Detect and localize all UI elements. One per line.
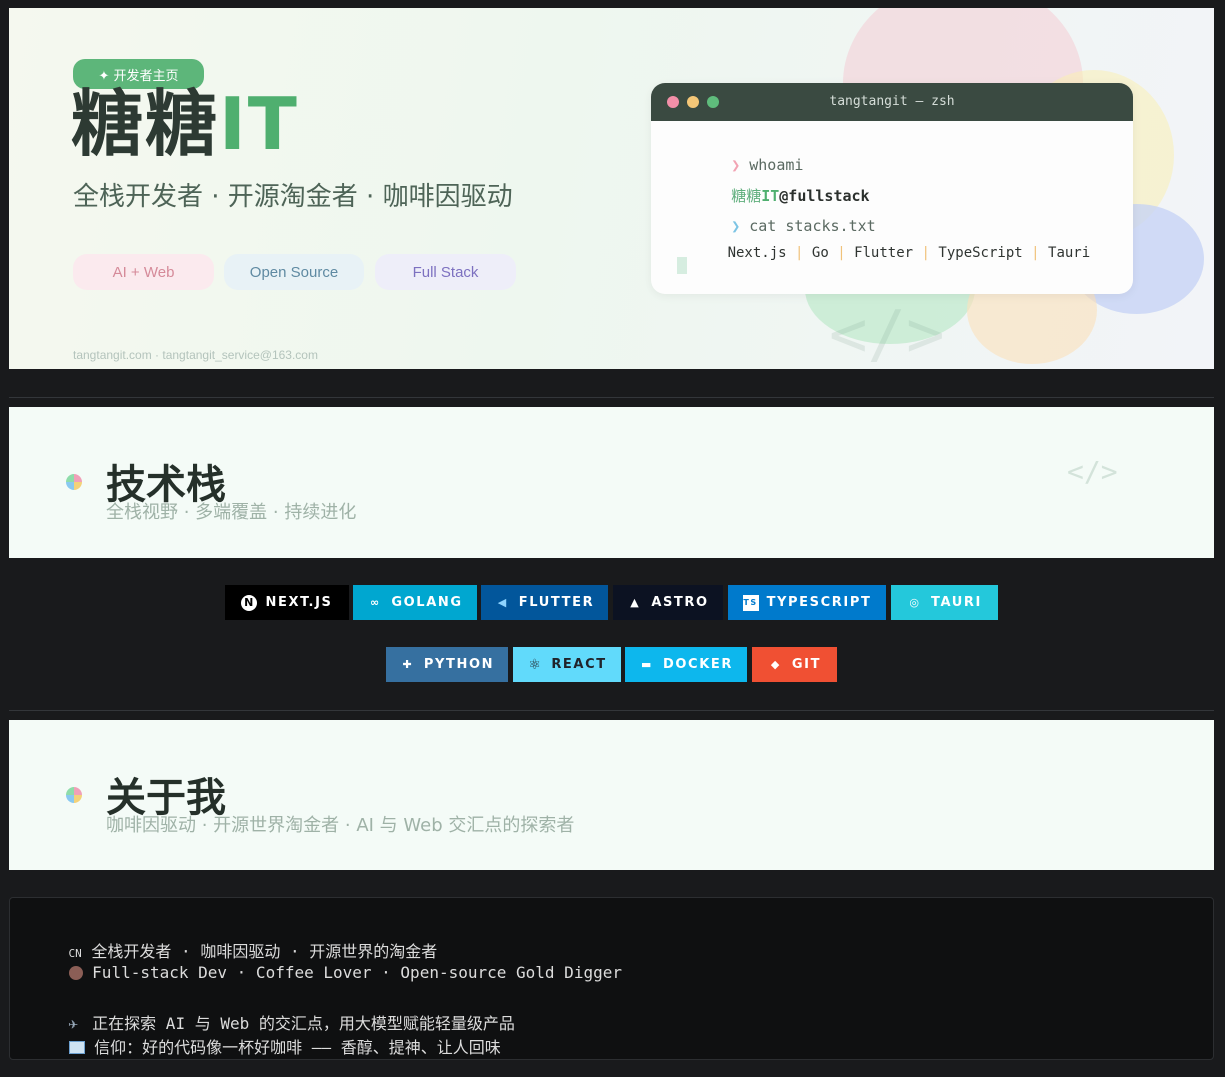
about-text: 信仰：好的代码像一杯好咖啡 —— 香醇、提神、让人回味 bbox=[94, 1038, 501, 1057]
badge-label: DOCKER bbox=[663, 657, 733, 672]
hero-subtitle: 全栈开发者 · 开源淘金者 · 咖啡因驱动 bbox=[73, 182, 513, 212]
stack-item: Tauri bbox=[1048, 245, 1091, 261]
badge-golang[interactable]: ∞ GOLANG bbox=[353, 585, 477, 620]
badge-docker[interactable]: ▬ DOCKER bbox=[625, 647, 747, 682]
git-icon: ◆ bbox=[770, 658, 781, 671]
badge-label: TAURI bbox=[931, 595, 982, 610]
terminal-titlebar: tangtangit — zsh bbox=[651, 83, 1133, 121]
badge-label: REACT bbox=[551, 657, 607, 672]
terminal-window: tangtangit — zsh ❯ whoami 糖糖IT@fullstack… bbox=[651, 83, 1133, 294]
badge-label: GIT bbox=[791, 657, 822, 672]
pill-label: Open Source bbox=[249, 263, 339, 281]
book-icon bbox=[68, 1041, 85, 1054]
pill-open-source: Open Source bbox=[224, 254, 364, 290]
nextjs-icon: N bbox=[241, 594, 258, 611]
badge-label: GOLANG bbox=[391, 595, 463, 610]
code-deco-icon: </> bbox=[829, 298, 945, 369]
badge-label: ASTRO bbox=[651, 595, 709, 610]
badge-react[interactable]: ⚛ REACT bbox=[513, 647, 621, 682]
code-deco-icon: </> bbox=[1067, 455, 1118, 488]
section-subtitle: 全栈视野 · 多端覆盖 · 持续进化 bbox=[106, 502, 357, 523]
rainbow-dot-icon bbox=[66, 787, 82, 803]
stack-separator: | bbox=[921, 245, 930, 261]
terminal-title: tangtangit — zsh bbox=[829, 94, 955, 109]
stack-item: Next.js bbox=[727, 245, 787, 261]
stack-item: Flutter bbox=[854, 245, 914, 261]
section-subtitle: 咖啡因驱动 · 开源世界淘金者 · AI 与 Web 交汇点的探索者 bbox=[106, 815, 575, 836]
go-icon: ∞ bbox=[370, 596, 381, 609]
title-accent: IT bbox=[219, 82, 299, 166]
badge-label: NEXT.JS bbox=[265, 595, 333, 610]
badge-tauri[interactable]: ◎ TAURI bbox=[891, 585, 998, 620]
pill-full-stack: Full Stack bbox=[375, 254, 516, 290]
rainbow-dot-icon bbox=[66, 474, 82, 490]
divider bbox=[9, 397, 1214, 398]
tech-stack-header: 技术栈 全栈视野 · 多端覆盖 · 持续进化 </> bbox=[9, 407, 1214, 558]
badge-nextjs[interactable]: N NEXT.JS bbox=[225, 585, 349, 620]
stack-item: Go bbox=[811, 245, 829, 261]
badge-label: TYPESCRIPT bbox=[766, 595, 872, 610]
python-icon: ✚ bbox=[402, 658, 414, 671]
stack-separator: | bbox=[837, 245, 846, 261]
docker-icon: ▬ bbox=[641, 658, 654, 671]
flutter-icon: ◀ bbox=[497, 596, 508, 609]
about-text-block: CN 全栈开发者 · 咖啡因驱动 · 开源世界的淘金者 Full-stack D… bbox=[9, 897, 1214, 1060]
badge-label: PYTHON bbox=[423, 657, 495, 672]
stack-separator: | bbox=[795, 245, 804, 261]
badge-git[interactable]: ◆ GIT bbox=[752, 647, 837, 682]
badge-astro[interactable]: ▲ ASTRO bbox=[613, 585, 723, 620]
stack-separator: | bbox=[1031, 245, 1040, 261]
about-header: 关于我 咖啡因驱动 · 开源世界淘金者 · AI 与 Web 交汇点的探索者 bbox=[9, 720, 1214, 870]
title-main: 糖糖 bbox=[71, 82, 220, 166]
pill-ai-web: AI + Web bbox=[73, 254, 214, 290]
about-line: 信仰：好的代码像一杯好咖啡 —— 香醇、提神、让人回味 bbox=[30, 1015, 501, 1077]
tauri-icon: ◎ bbox=[909, 596, 921, 609]
stack-item: TypeScript bbox=[938, 245, 1023, 261]
pill-label: Full Stack bbox=[412, 263, 479, 281]
coffee-icon bbox=[68, 966, 83, 980]
typescript-icon: TS bbox=[742, 594, 759, 611]
page-title: 糖糖IT bbox=[71, 88, 299, 160]
astro-icon: ▲ bbox=[630, 596, 641, 609]
badge-flutter[interactable]: ◀ FLUTTER bbox=[481, 585, 608, 620]
hero-banner: </> ✦ 开发者主页 糖糖IT 全栈开发者 · 开源淘金者 · 咖啡因驱动 A… bbox=[9, 8, 1214, 369]
contact-footer: tangtangit.com · tangtangit_service@163.… bbox=[73, 348, 318, 362]
divider bbox=[9, 710, 1214, 711]
badge-typescript[interactable]: TS TYPESCRIPT bbox=[728, 585, 886, 620]
terminal-line-stacks: Next.js | Go | Flutter | TypeScript | Ta… bbox=[677, 229, 1091, 277]
about-text: Full-stack Dev · Coffee Lover · Open-sou… bbox=[92, 963, 622, 982]
pill-label: AI + Web bbox=[112, 263, 175, 281]
terminal-cursor bbox=[677, 257, 687, 274]
badge-label: FLUTTER bbox=[518, 595, 595, 610]
badge-python[interactable]: ✚ PYTHON bbox=[386, 647, 508, 682]
react-icon: ⚛ bbox=[528, 656, 543, 673]
